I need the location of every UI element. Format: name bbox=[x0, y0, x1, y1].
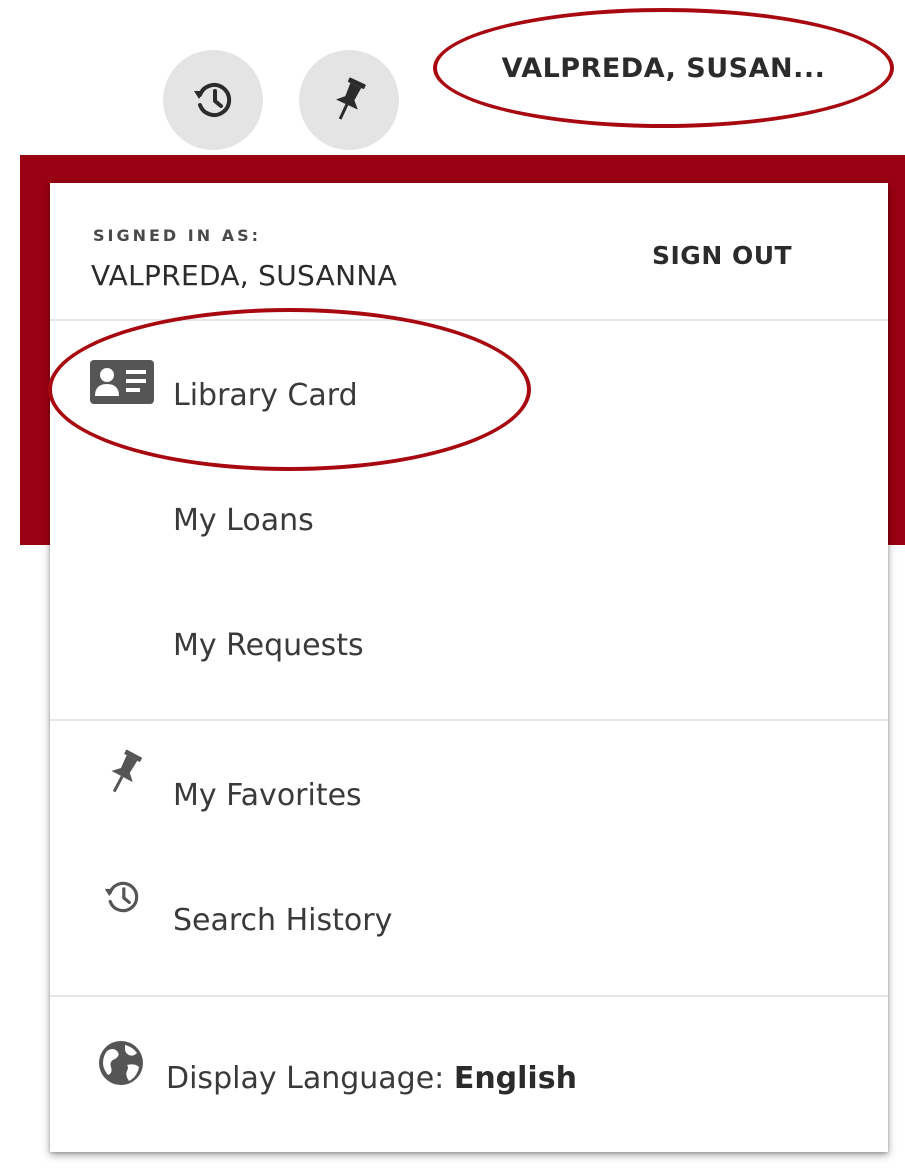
id-card-icon bbox=[90, 360, 154, 404]
menu-item-label: My Favorites bbox=[173, 778, 362, 813]
user-menu-label: VALPREDA, SUSAN... bbox=[501, 52, 826, 84]
pin-icon bbox=[111, 749, 142, 793]
menu-item-search-history[interactable]: Search History bbox=[50, 871, 888, 971]
signed-in-user-name: VALPREDA, SUSANNA bbox=[91, 259, 398, 292]
history-icon bbox=[194, 83, 232, 117]
signed-in-caption: SIGNED IN AS: bbox=[93, 226, 261, 245]
menu-item-label: Search History bbox=[173, 903, 393, 938]
menu-item-label: Library Card bbox=[173, 378, 358, 413]
user-menu-button[interactable]: VALPREDA, SUSAN... bbox=[433, 8, 894, 128]
search-history-button[interactable] bbox=[163, 50, 263, 150]
favorites-button[interactable] bbox=[299, 50, 399, 150]
divider bbox=[50, 319, 888, 321]
pin-icon bbox=[336, 77, 366, 120]
history-icon bbox=[104, 881, 139, 913]
display-language-caption: Display Language: bbox=[166, 1061, 445, 1096]
menu-item-library-card[interactable]: Library Card bbox=[50, 346, 888, 446]
menu-item-my-favorites[interactable]: My Favorites bbox=[50, 748, 888, 848]
display-language-label: Display Language: English bbox=[166, 1061, 577, 1096]
menu-item-my-requests[interactable]: My Requests bbox=[50, 598, 888, 698]
display-language-value: English bbox=[453, 1061, 577, 1096]
menu-item-label: My Loans bbox=[173, 503, 314, 538]
divider bbox=[50, 995, 888, 997]
user-dropdown-menu: SIGNED IN AS: VALPREDA, SUSANNA SIGN OUT… bbox=[50, 183, 888, 1152]
menu-item-my-loans[interactable]: My Loans bbox=[50, 473, 888, 573]
menu-item-display-language[interactable]: Display Language: English bbox=[50, 1033, 888, 1133]
sign-out-button[interactable]: SIGN OUT bbox=[652, 241, 792, 270]
globe-icon bbox=[99, 1041, 143, 1085]
page: VALPREDA, SUSAN... SIGNED IN AS: VALPRED… bbox=[0, 0, 905, 1170]
divider bbox=[50, 719, 888, 721]
menu-item-label: My Requests bbox=[173, 628, 364, 663]
